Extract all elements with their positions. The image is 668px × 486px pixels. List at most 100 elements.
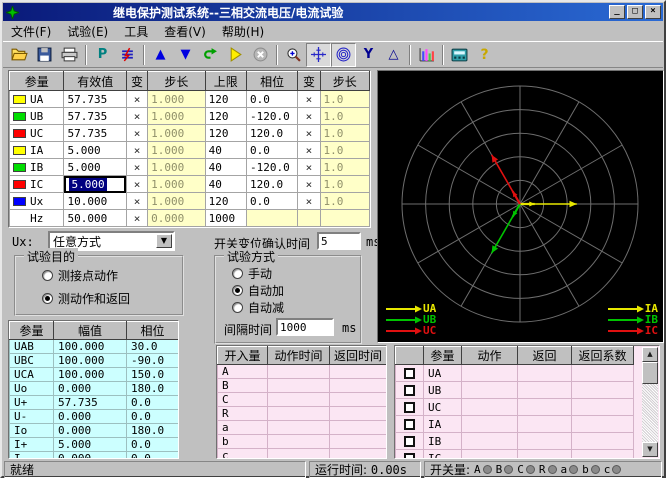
value-cell[interactable]: 5.000 [64,142,127,159]
value-cell[interactable]: 57.735 [64,125,127,142]
delta-icon[interactable]: △ [381,43,406,67]
radio-icon[interactable] [42,293,53,304]
radio-icon[interactable] [42,270,53,281]
step-cell[interactable]: 1.0 [320,108,369,125]
radio-icon[interactable] [232,268,243,279]
radio-contact-action[interactable]: 测接点动作 [42,267,118,284]
limit-cell[interactable]: 40 [205,159,246,176]
variable-flag[interactable]: × [126,91,147,108]
step-cell[interactable]: 0.000 [148,210,205,227]
radio-icon[interactable] [232,285,243,296]
zoom-icon[interactable] [281,43,306,67]
variable-flag[interactable] [298,210,320,227]
variable-flag[interactable]: × [126,108,147,125]
phase-cell[interactable]: 120.0 [246,125,297,142]
value-cell[interactable]: 50.000 [64,210,127,227]
phase-cell[interactable]: 0.0 [246,91,297,108]
limit-cell[interactable]: 120 [205,108,246,125]
value-cell[interactable]: 10.000 [64,193,127,210]
variable-flag[interactable]: × [298,193,320,210]
radio-auto-decrease[interactable]: 自动减 [232,299,284,316]
checkbox-icon[interactable] [404,436,415,447]
variable-flag[interactable]: × [126,142,147,159]
step-cell[interactable]: 1.0 [320,176,369,193]
limit-cell[interactable]: 1000 [205,210,246,227]
variable-flag[interactable]: × [126,125,147,142]
step-cell[interactable] [320,210,369,227]
step-cell[interactable]: 1.000 [148,193,205,210]
increase-icon[interactable]: ▲ [148,43,173,67]
phase-cell[interactable] [246,210,297,227]
step-cell[interactable]: 1.0 [320,159,369,176]
limit-cell[interactable]: 120 [205,193,246,210]
variable-flag[interactable]: × [126,159,147,176]
step-cell[interactable]: 1.0 [320,142,369,159]
phase-cell[interactable]: 0.0 [246,142,297,159]
scroll-down-icon[interactable]: ▼ [642,442,658,457]
limit-cell[interactable]: 40 [205,142,246,159]
value-cell[interactable]: 57.735 [64,91,127,108]
phase-cell[interactable]: 120.0 [246,176,297,193]
phase-cell[interactable]: 0.0 [246,193,297,210]
step-cell[interactable]: 1.000 [148,142,205,159]
variable-flag[interactable]: × [126,176,147,193]
value-cell[interactable]: 5.000 [64,159,127,176]
checkbox-icon[interactable] [404,419,415,430]
menu-item-2[interactable]: 工具 [116,22,156,41]
stop-icon[interactable] [248,43,273,67]
step-cell[interactable]: 1.0 [320,193,369,210]
menu-item-4[interactable]: 帮助(H) [214,22,272,41]
checkbox-icon[interactable] [404,368,415,379]
short-circuit-icon[interactable] [115,43,140,67]
help-icon[interactable]: ? [472,43,497,67]
value-cell[interactable]: 57.735 [64,108,127,125]
limit-cell[interactable]: 120 [205,91,246,108]
minimize-icon[interactable]: _ [609,5,625,19]
step-cell[interactable]: 1.000 [148,108,205,125]
variable-flag[interactable]: × [298,176,320,193]
phase-cell[interactable]: -120.0 [246,108,297,125]
variable-flag[interactable]: × [298,125,320,142]
undo-icon[interactable] [198,43,223,67]
chevron-down-icon[interactable]: ▼ [156,234,172,248]
step-cell[interactable]: 1.000 [148,91,205,108]
limit-cell[interactable]: 40 [205,176,246,193]
calculator-icon[interactable] [447,43,472,67]
phase-cell[interactable]: -120.0 [246,159,297,176]
scroll-up-icon[interactable]: ▲ [642,347,658,362]
confirm-time-input[interactable] [317,232,361,250]
pause-p-icon[interactable]: P [90,43,115,67]
maximize-icon[interactable]: □ [627,5,643,19]
variable-flag[interactable]: × [298,142,320,159]
decrease-icon[interactable]: ▼ [173,43,198,67]
variable-flag[interactable]: × [298,91,320,108]
variable-flag[interactable]: × [126,210,147,227]
checkbox-icon[interactable] [404,385,415,396]
limit-cell[interactable]: 120 [205,125,246,142]
variable-flag[interactable]: × [126,193,147,210]
step-cell[interactable]: 1.0 [320,125,369,142]
interval-input[interactable] [276,318,334,336]
rings-icon[interactable] [331,43,356,67]
menu-item-3[interactable]: 查看(V) [156,22,214,41]
step-cell[interactable]: 1.000 [148,159,205,176]
open-icon[interactable] [7,43,32,67]
radio-auto-increase[interactable]: 自动加 [232,282,284,299]
menu-item-0[interactable]: 文件(F) [3,22,59,41]
menu-item-1[interactable]: 试验(E) [59,22,116,41]
print-icon[interactable] [57,43,82,67]
save-icon[interactable] [32,43,57,67]
wye-icon[interactable]: Y [356,43,381,67]
bars-icon[interactable] [414,43,439,67]
step-cell[interactable]: 1.000 [148,176,205,193]
scrollbar[interactable]: ▲ ▼ [642,347,658,457]
radio-icon[interactable] [232,302,243,313]
start-icon[interactable] [223,43,248,67]
step-cell[interactable]: 1.000 [148,125,205,142]
checkbox-icon[interactable] [404,402,415,413]
radio-action-and-return[interactable]: 测动作和返回 [42,290,130,307]
step-cell[interactable]: 1.0 [320,91,369,108]
axes-icon[interactable] [306,43,331,67]
variable-flag[interactable]: × [298,159,320,176]
close-icon[interactable]: × [645,5,661,19]
